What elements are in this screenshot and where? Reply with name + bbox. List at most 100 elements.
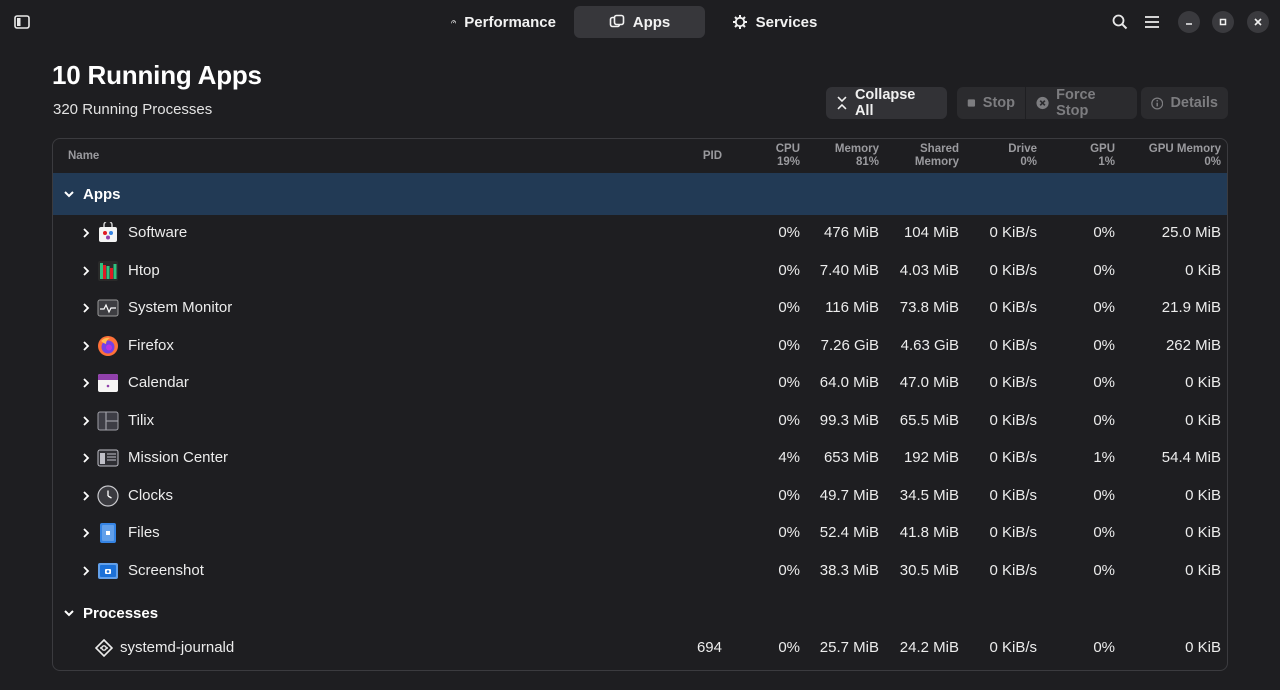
column-header-shared-memory[interactable]: Shared Memory bbox=[915, 143, 959, 169]
memory-usage: 7.40 MiB bbox=[819, 261, 879, 279]
apps-icon bbox=[609, 14, 625, 28]
calendar-icon bbox=[98, 374, 118, 392]
tab-performance-label: Performance bbox=[464, 13, 556, 31]
table-row[interactable]: Calendar 0% 64.0 MiB 47.0 MiB 0 KiB/s 0%… bbox=[53, 365, 1227, 402]
chevron-right-icon[interactable] bbox=[79, 451, 93, 465]
maximize-icon bbox=[1219, 18, 1227, 26]
gpu-memory-usage: 0 KiB bbox=[1185, 639, 1221, 656]
shared-memory-usage: 24.2 MiB bbox=[899, 639, 959, 656]
search-button[interactable] bbox=[1104, 6, 1136, 38]
gpu-memory-usage: 262 MiB bbox=[1165, 336, 1221, 354]
table-row[interactable]: Files 0% 52.4 MiB 41.8 MiB 0 KiB/s 0% 0 … bbox=[53, 515, 1227, 552]
cpu-usage: 4% bbox=[778, 449, 800, 466]
column-header-memory[interactable]: Memory 81% bbox=[835, 143, 879, 169]
table-row[interactable]: Firefox 0% 7.26 GiB 4.63 GiB 0 KiB/s 0% … bbox=[53, 328, 1227, 365]
section-processes-label: Processes bbox=[83, 604, 159, 622]
chevron-right-icon[interactable] bbox=[79, 564, 93, 578]
app-name: Clocks bbox=[128, 486, 174, 504]
tab-performance[interactable]: Performance bbox=[437, 6, 570, 38]
shared-memory-usage: 192 MiB bbox=[903, 449, 959, 466]
table-row[interactable]: Htop 0% 7.40 MiB 4.03 MiB 0 KiB/s 0% 0 K… bbox=[53, 253, 1227, 290]
drive-usage: 0 KiB/s bbox=[989, 336, 1037, 354]
column-header-memory-title: Memory bbox=[834, 143, 879, 155]
chevron-right-icon[interactable] bbox=[79, 414, 93, 428]
gpu-usage: 0% bbox=[1093, 261, 1115, 279]
chevron-right-icon[interactable] bbox=[79, 301, 93, 315]
minimize-button[interactable] bbox=[1178, 11, 1200, 33]
table-row[interactable]: Software 0% 476 MiB 104 MiB 0 KiB/s 0% 2… bbox=[53, 215, 1227, 252]
chevron-right-icon[interactable] bbox=[79, 226, 93, 240]
chevron-right-icon[interactable] bbox=[79, 264, 93, 278]
shared-memory-usage: 41.8 MiB bbox=[899, 524, 959, 541]
tab-services[interactable]: Services bbox=[709, 6, 840, 38]
drive-usage: 0 KiB/s bbox=[989, 639, 1037, 656]
maximize-button[interactable] bbox=[1212, 11, 1234, 33]
drive-usage: 0 KiB/s bbox=[989, 449, 1037, 466]
drive-usage: 0 KiB/s bbox=[989, 374, 1037, 391]
chevron-right-icon[interactable] bbox=[79, 489, 93, 503]
chevron-down-icon[interactable] bbox=[61, 605, 77, 621]
column-header-gpu-usage: 1% bbox=[1098, 156, 1115, 168]
section-apps[interactable]: Apps bbox=[53, 173, 1227, 215]
column-header-gpu[interactable]: GPU 1% bbox=[1090, 143, 1115, 169]
column-header-drive[interactable]: Drive 0% bbox=[1008, 143, 1037, 169]
gpu-usage: 0% bbox=[1093, 224, 1115, 241]
app-name: Software bbox=[128, 224, 188, 241]
column-header-pid[interactable]: PID bbox=[703, 150, 722, 163]
gpu-usage: 0% bbox=[1093, 336, 1115, 354]
tab-apps[interactable]: Apps bbox=[574, 6, 705, 38]
memory-usage: 116 MiB bbox=[825, 299, 879, 316]
app-name: Files bbox=[128, 524, 160, 541]
search-icon bbox=[1112, 14, 1128, 30]
column-header-cpu[interactable]: CPU 19% bbox=[776, 143, 800, 169]
system-monitor-icon bbox=[97, 299, 119, 317]
table-row[interactable]: Screenshot 0% 38.3 MiB 30.5 MiB 0 KiB/s … bbox=[53, 553, 1227, 590]
minimize-icon bbox=[1186, 23, 1192, 25]
table-row[interactable]: Clocks 0% 49.7 MiB 34.5 MiB 0 KiB/s 0% 0… bbox=[53, 478, 1227, 515]
stop-button[interactable]: Stop bbox=[957, 87, 1026, 119]
shared-memory-usage: 30.5 MiB bbox=[899, 561, 959, 579]
cpu-usage: 0% bbox=[778, 411, 800, 429]
chevron-down-icon[interactable] bbox=[61, 186, 77, 202]
force-stop-label: Force Stop bbox=[1056, 87, 1096, 119]
table-row[interactable]: Mission Center 4% 653 MiB 192 MiB 0 KiB/… bbox=[53, 440, 1227, 477]
column-header-name[interactable]: Name bbox=[68, 150, 99, 163]
gpu-usage: 0% bbox=[1093, 524, 1115, 541]
cpu-usage: 0% bbox=[778, 224, 800, 241]
chevron-right-icon[interactable] bbox=[79, 376, 93, 390]
collapse-all-button[interactable]: Collapse All bbox=[826, 87, 947, 119]
table-row[interactable]: System Monitor 0% 116 MiB 73.8 MiB 0 KiB… bbox=[53, 290, 1227, 327]
main-menu-button[interactable] bbox=[1136, 6, 1168, 38]
table-row[interactable]: Tilix 0% 99.3 MiB 65.5 MiB 0 KiB/s 0% 0 … bbox=[53, 403, 1227, 440]
chevron-right-icon[interactable] bbox=[79, 526, 93, 540]
column-header-gpu-memory[interactable]: GPU Memory 0% bbox=[1149, 143, 1221, 169]
tilix-icon bbox=[97, 411, 119, 430]
section-processes[interactable]: Processes bbox=[53, 592, 1227, 634]
page-title: 10 Running Apps bbox=[52, 60, 262, 90]
details-button[interactable]: Details bbox=[1141, 87, 1228, 119]
chevron-right-icon[interactable] bbox=[79, 339, 93, 353]
cpu-usage: 0% bbox=[778, 561, 800, 579]
close-button[interactable] bbox=[1247, 11, 1269, 33]
gpu-usage: 0% bbox=[1093, 486, 1115, 504]
mission-center-icon bbox=[97, 449, 119, 467]
column-header-cpu-usage: 19% bbox=[776, 156, 800, 168]
column-header-drive-usage: 0% bbox=[1020, 156, 1037, 168]
memory-usage: 7.26 GiB bbox=[820, 336, 879, 354]
drive-usage: 0 KiB/s bbox=[989, 224, 1037, 241]
shared-memory-usage: 4.63 GiB bbox=[900, 336, 959, 354]
column-header-drive-title: Drive bbox=[1008, 143, 1037, 155]
gpu-usage: 0% bbox=[1093, 374, 1115, 391]
table-row[interactable]: systemd-journald 694 0% 25.7 MiB 24.2 Mi… bbox=[53, 630, 1227, 667]
memory-usage: 52.4 MiB bbox=[819, 524, 879, 541]
sidebar-icon bbox=[14, 15, 30, 29]
info-icon bbox=[1151, 96, 1164, 110]
force-stop-button[interactable]: Force Stop bbox=[1026, 87, 1137, 119]
collapse-all-label: Collapse All bbox=[854, 87, 916, 119]
firefox-icon bbox=[98, 335, 118, 356]
app-name: Screenshot bbox=[128, 561, 204, 579]
app-name: System Monitor bbox=[128, 299, 233, 316]
column-header-gpu-memory-title: GPU Memory bbox=[1148, 143, 1221, 155]
sidebar-toggle-button[interactable] bbox=[6, 6, 38, 38]
table-header: Name PID CPU 19% Memory 81% Shared Memory D… bbox=[53, 139, 1227, 173]
